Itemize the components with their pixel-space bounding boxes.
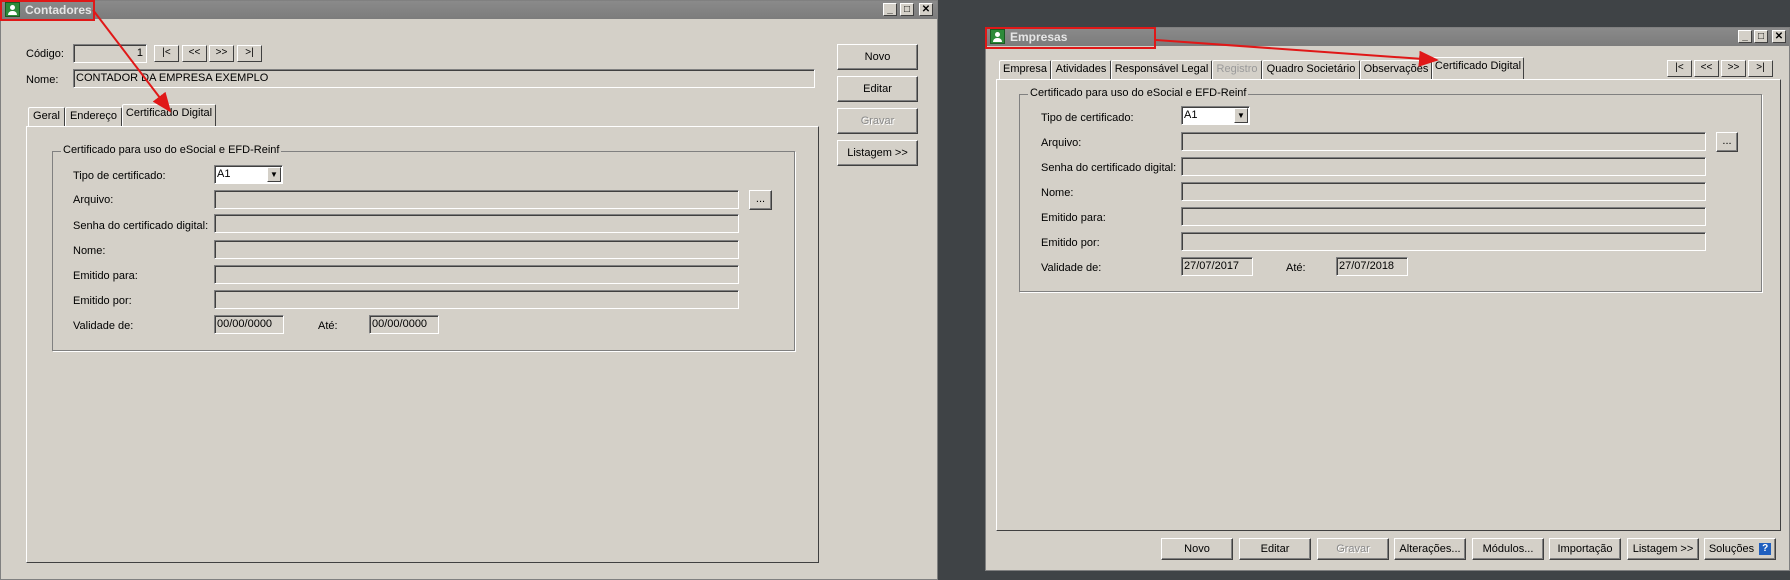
editar-button[interactable]: Editar bbox=[1239, 538, 1311, 560]
tipo-certificado-select[interactable]: A1 ▼ bbox=[214, 165, 283, 184]
contadores-window: Contadores _ □ ✕ Código: 1 |< << >> >| N… bbox=[0, 0, 938, 580]
solucoes-label: Soluções bbox=[1708, 543, 1755, 555]
senha-field[interactable] bbox=[214, 214, 739, 233]
help-icon: ? bbox=[1759, 543, 1772, 556]
tab-observacoes[interactable]: Observações bbox=[1360, 60, 1432, 79]
novo-button[interactable]: Novo bbox=[837, 44, 918, 70]
emitido-por-label: Emitido por: bbox=[1041, 237, 1100, 249]
nome-label: Nome: bbox=[1041, 187, 1074, 199]
chevron-down-icon[interactable]: ▼ bbox=[267, 167, 281, 182]
ate-label: Até: bbox=[318, 320, 338, 332]
emitido-para-label: Emitido para: bbox=[1041, 212, 1106, 224]
emitido-para-field[interactable] bbox=[1181, 207, 1706, 226]
next-record-button[interactable]: >> bbox=[1721, 60, 1746, 77]
highlight-contadores-title bbox=[0, 0, 95, 21]
validade-ate-field[interactable]: 00/00/0000 bbox=[369, 315, 439, 334]
arquivo-label: Arquivo: bbox=[73, 194, 114, 206]
alteracoes-button[interactable]: Alterações... bbox=[1394, 538, 1466, 560]
emitido-para-field[interactable] bbox=[214, 265, 739, 284]
group-title: Certificado para uso do eSocial e EFD-Re… bbox=[61, 144, 282, 156]
validade-label: Validade de: bbox=[73, 320, 134, 332]
tipo-label: Tipo de certificado: bbox=[73, 170, 166, 182]
modulos-button[interactable]: Módulos... bbox=[1472, 538, 1544, 560]
last-record-button[interactable]: >| bbox=[1748, 60, 1773, 77]
senha-label: Senha do certificado digital: bbox=[1041, 162, 1177, 174]
maximize-icon[interactable]: □ bbox=[900, 3, 914, 16]
tab-registro[interactable]: Registro bbox=[1212, 60, 1262, 79]
next-record-button[interactable]: >> bbox=[209, 45, 234, 62]
gravar-button[interactable]: Gravar bbox=[1317, 538, 1389, 560]
codigo-field[interactable]: 1 bbox=[73, 44, 147, 63]
minimize-icon[interactable]: _ bbox=[1738, 30, 1752, 43]
maximize-icon[interactable]: □ bbox=[1754, 30, 1768, 43]
tipo-value: A1 bbox=[217, 168, 231, 180]
ate-label: Até: bbox=[1286, 262, 1306, 274]
arquivo-field[interactable] bbox=[214, 190, 739, 209]
senha-field[interactable] bbox=[1181, 157, 1706, 176]
nome-cert-label: Nome: bbox=[73, 245, 106, 257]
contadores-titlebar[interactable]: Contadores _ □ ✕ bbox=[1, 1, 937, 19]
listagem-button[interactable]: Listagem >> bbox=[1627, 538, 1699, 560]
tab-certificado-digital[interactable]: Certificado Digital bbox=[1432, 57, 1524, 79]
chevron-down-icon[interactable]: ▼ bbox=[1234, 108, 1248, 123]
validade-de-field[interactable]: 27/07/2017 bbox=[1181, 257, 1253, 276]
browse-button[interactable]: ... bbox=[749, 190, 772, 210]
emitido-para-label: Emitido para: bbox=[73, 270, 138, 282]
validade-ate-field[interactable]: 27/07/2018 bbox=[1336, 257, 1408, 276]
tab-atividades[interactable]: Atividades bbox=[1051, 60, 1111, 79]
nome-label: Nome: bbox=[26, 74, 59, 86]
last-record-button[interactable]: >| bbox=[237, 45, 262, 62]
emitido-por-field[interactable] bbox=[214, 290, 739, 309]
emitido-por-field[interactable] bbox=[1181, 232, 1706, 251]
tipo-label: Tipo de certificado: bbox=[1041, 112, 1134, 124]
tipo-certificado-select[interactable]: A1 ▼ bbox=[1181, 106, 1250, 125]
highlight-empresas-title bbox=[985, 27, 1156, 49]
novo-button[interactable]: Novo bbox=[1161, 538, 1233, 560]
prev-record-button[interactable]: << bbox=[182, 45, 207, 62]
emitido-por-label: Emitido por: bbox=[73, 295, 132, 307]
validade-de-field[interactable]: 00/00/0000 bbox=[214, 315, 284, 334]
importacao-button[interactable]: Importação bbox=[1549, 538, 1621, 560]
group-title: Certificado para uso do eSocial e EFD-Re… bbox=[1028, 87, 1249, 99]
senha-label: Senha do certificado digital: bbox=[73, 220, 209, 232]
nome-field[interactable]: CONTADOR DA EMPRESA EXEMPLO bbox=[73, 69, 815, 88]
nome-field[interactable] bbox=[1181, 182, 1706, 201]
browse-button[interactable]: ... bbox=[1716, 132, 1738, 152]
close-icon[interactable]: ✕ bbox=[1772, 30, 1786, 43]
editar-button[interactable]: Editar bbox=[837, 76, 918, 102]
tab-endereco[interactable]: Endereço bbox=[65, 107, 122, 126]
arquivo-label: Arquivo: bbox=[1041, 137, 1082, 149]
prev-record-button[interactable]: << bbox=[1694, 60, 1719, 77]
solucoes-button[interactable]: Soluções ? bbox=[1704, 538, 1776, 560]
codigo-value: 1 bbox=[136, 47, 143, 59]
codigo-label: Código: bbox=[26, 48, 64, 60]
validade-label: Validade de: bbox=[1041, 262, 1102, 274]
empresas-window: Empresas _ □ ✕ Empresa Atividades Respon… bbox=[985, 27, 1790, 571]
tab-geral[interactable]: Geral bbox=[28, 107, 65, 126]
close-icon[interactable]: ✕ bbox=[919, 3, 933, 16]
minimize-icon[interactable]: _ bbox=[883, 3, 897, 16]
listagem-button[interactable]: Listagem >> bbox=[837, 140, 918, 166]
arquivo-field[interactable] bbox=[1181, 132, 1706, 151]
tipo-value: A1 bbox=[1184, 109, 1198, 121]
tab-quadro-societario[interactable]: Quadro Societário bbox=[1262, 60, 1360, 79]
first-record-button[interactable]: |< bbox=[1667, 60, 1692, 77]
nome-cert-field[interactable] bbox=[214, 240, 739, 259]
tab-certificado-digital[interactable]: Certificado Digital bbox=[122, 104, 216, 126]
tab-empresa[interactable]: Empresa bbox=[999, 60, 1051, 79]
first-record-button[interactable]: |< bbox=[154, 45, 179, 62]
gravar-button[interactable]: Gravar bbox=[837, 108, 918, 134]
tab-responsavel-legal[interactable]: Responsável Legal bbox=[1111, 60, 1212, 79]
